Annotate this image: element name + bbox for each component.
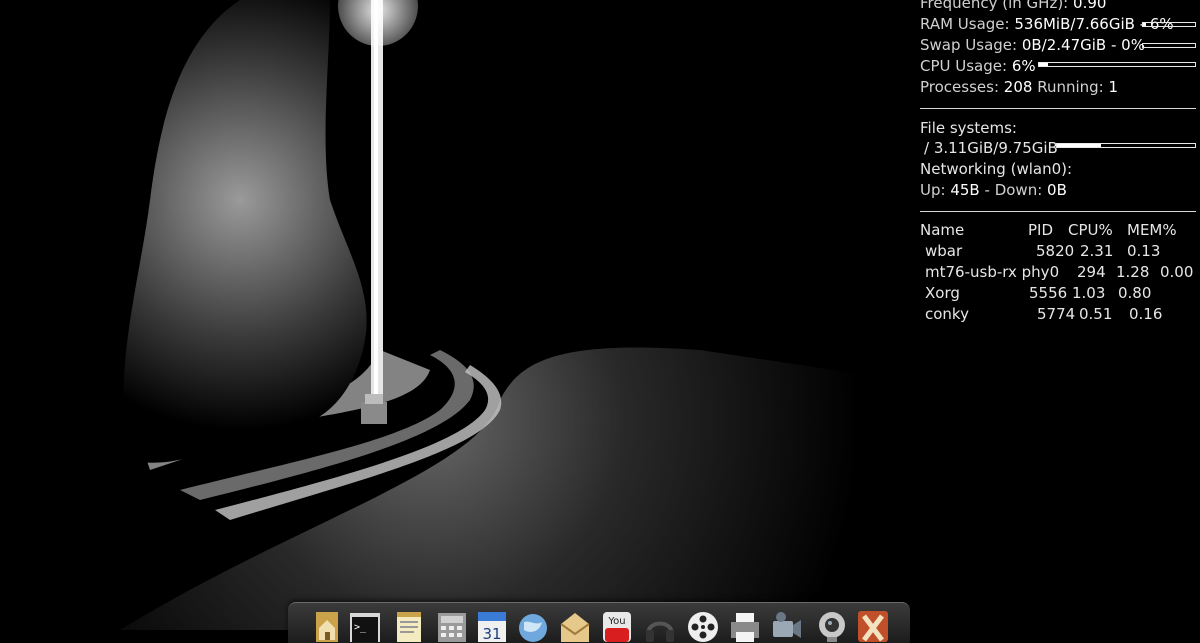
- process-cpu: 1.03: [1072, 284, 1106, 302]
- process-mem: 0.80: [1118, 284, 1152, 302]
- process-pid: 5774: [1037, 305, 1076, 323]
- upload-value: 45B: [950, 181, 980, 199]
- process-row: Xorg 5556 1.03 0.80: [920, 283, 1196, 304]
- cpu-usage-value: 6%: [1011, 57, 1036, 75]
- column-header-cpu: CPU%: [1068, 221, 1113, 239]
- running-label: Running:: [1037, 78, 1104, 96]
- column-header-pid: PID: [1028, 221, 1054, 239]
- process-cpu: 2.31: [1080, 242, 1114, 260]
- upload-label: Up:: [920, 181, 946, 199]
- process-cpu: 1.28: [1116, 263, 1150, 281]
- application-dock: >_ 31 You: [288, 602, 910, 643]
- youtube-text: You: [607, 616, 625, 627]
- process-row: conky 5774 0.51 0.16: [920, 304, 1196, 325]
- process-row: mt76-usb-rx phy0 294 1.28 0.00: [920, 262, 1200, 283]
- home-folder-icon[interactable]: [310, 608, 344, 642]
- cpu-usage-bar-fill: [1039, 63, 1049, 66]
- root-filesystem-bar: [1056, 143, 1196, 148]
- cpu-usage-label: CPU Usage:: [920, 57, 1008, 75]
- download-value: 0B: [1047, 181, 1067, 199]
- frequency-value: 0.90: [1073, 0, 1107, 12]
- headphones-icon[interactable]: [643, 608, 677, 642]
- process-mem: 0.13: [1127, 242, 1161, 260]
- process-name: conky: [925, 305, 969, 323]
- ram-usage-bar-fill: [1143, 23, 1147, 26]
- calendar-day: 31: [482, 625, 501, 642]
- youtube-icon[interactable]: You: [600, 608, 634, 642]
- networking-row: Up: 45B - Down: 0B: [920, 180, 1067, 201]
- running-count: 1: [1108, 78, 1119, 96]
- process-name: wbar: [925, 242, 963, 260]
- processes-row: Processes: 208 Running: 1: [920, 77, 1118, 98]
- ram-usage-bar: [1142, 22, 1196, 27]
- process-table-header: Name PID CPU% MEM%: [920, 220, 1196, 241]
- process-mem: 0.16: [1129, 305, 1163, 323]
- download-label: - Down:: [984, 181, 1043, 199]
- divider: [920, 108, 1196, 109]
- root-filesystem-bar-fill: [1057, 144, 1102, 147]
- calendar-icon[interactable]: 31: [475, 608, 509, 642]
- web-browser-icon[interactable]: [516, 608, 550, 642]
- processes-count: 208: [1003, 78, 1033, 96]
- text-editor-icon[interactable]: [392, 608, 426, 642]
- column-header-name: Name: [920, 221, 965, 239]
- swap-usage-label: Swap Usage:: [920, 36, 1018, 54]
- ram-usage-label: RAM Usage:: [920, 15, 1010, 33]
- calculator-icon[interactable]: [435, 608, 469, 642]
- printer-icon[interactable]: [728, 608, 762, 642]
- ram-usage-row: RAM Usage: 536MiB/7.66GiB - 6%: [920, 14, 1174, 35]
- swap-usage-value: 0B/2.47GiB - 0%: [1021, 36, 1145, 54]
- root-filesystem-value: / 3.11GiB/9.75GiB: [924, 139, 1058, 157]
- film-reel-icon[interactable]: [686, 608, 720, 642]
- networking-label: Networking (wlan0):: [920, 160, 1073, 178]
- process-name: Xorg: [925, 284, 960, 302]
- processes-label: Processes:: [920, 78, 999, 96]
- svg-text:>_: >_: [354, 622, 367, 633]
- cpu-usage-row: CPU Usage: 6%: [920, 56, 1036, 77]
- process-name: mt76-usb-rx phy0: [925, 263, 1060, 281]
- process-pid: 5556: [1029, 284, 1068, 302]
- webcam-icon[interactable]: [815, 608, 849, 642]
- mail-icon[interactable]: [558, 608, 592, 642]
- filesystems-label: File systems:: [920, 119, 1017, 137]
- column-header-mem: MEM%: [1127, 221, 1177, 239]
- close-x-icon[interactable]: [856, 608, 890, 642]
- frequency-label: Frequency (in GHz):: [920, 0, 1069, 12]
- process-pid: 294: [1077, 263, 1106, 281]
- divider: [920, 211, 1196, 212]
- terminal-icon[interactable]: >_: [348, 608, 382, 642]
- process-pid: 5820: [1036, 242, 1075, 260]
- process-row: wbar 5820 2.31 0.13: [920, 241, 1196, 262]
- process-cpu: 0.51: [1079, 305, 1113, 323]
- video-camera-icon[interactable]: [770, 608, 804, 642]
- cpu-usage-bar: [1038, 62, 1196, 67]
- swap-usage-row: Swap Usage: 0B/2.47GiB - 0%: [920, 35, 1145, 56]
- swap-usage-bar: [1142, 43, 1196, 48]
- process-mem: 0.00: [1160, 263, 1194, 281]
- frequency-row: Frequency (in GHz): 0.90: [920, 0, 1106, 14]
